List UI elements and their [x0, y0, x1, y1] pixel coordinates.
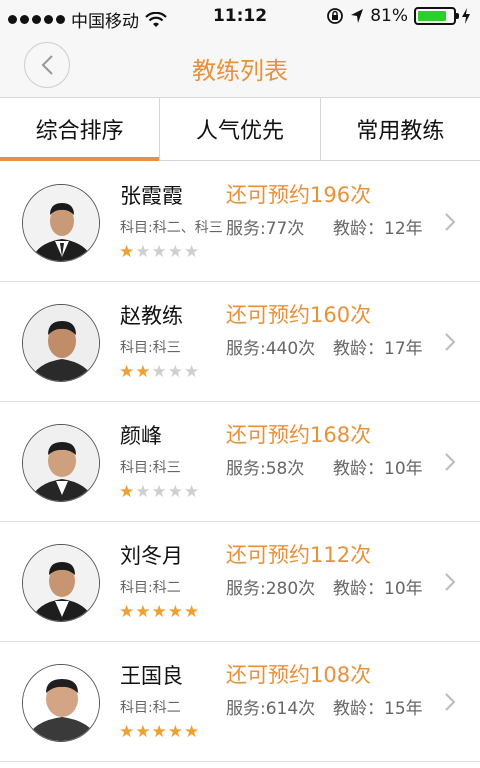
- coach-avatar: [22, 184, 100, 262]
- page-title: 教练列表: [192, 57, 288, 85]
- coach-name: 刘冬月: [120, 544, 183, 568]
- star-empty-icon: ★: [184, 482, 200, 502]
- service-count: 服务:77次: [226, 219, 305, 239]
- battery-icon: [414, 7, 459, 25]
- service-count: 服务:614次: [226, 699, 316, 719]
- status-bar: 中国移动 11:12 81%: [0, 0, 480, 34]
- star-empty-icon: ★: [167, 362, 183, 382]
- star-filled-icon: ★: [151, 602, 167, 622]
- star-empty-icon: ★: [167, 482, 183, 502]
- chevron-right-icon: [445, 333, 456, 351]
- coach-subject: 科目:科二: [120, 580, 181, 596]
- nav-bar: 教练列表: [0, 34, 480, 98]
- chevron-right-icon: [445, 453, 456, 471]
- charging-bolt-icon: [462, 8, 470, 24]
- star-filled-icon: ★: [135, 602, 151, 622]
- star-filled-icon: ★: [119, 722, 135, 742]
- rating-stars: ★ ★ ★ ★ ★: [119, 364, 199, 381]
- star-empty-icon: ★: [184, 362, 200, 382]
- coach-subject: 科目:科二、科三: [120, 220, 223, 236]
- remaining-bookings: 还可预约112次: [226, 543, 372, 567]
- rotation-lock-icon: [327, 8, 344, 24]
- star-filled-icon: ★: [184, 602, 200, 622]
- star-filled-icon: ★: [119, 242, 135, 262]
- star-empty-icon: ★: [151, 482, 167, 502]
- remaining-bookings: 还可预约108次: [226, 663, 372, 687]
- location-arrow-icon: [351, 9, 364, 23]
- star-empty-icon: ★: [167, 242, 183, 262]
- star-filled-icon: ★: [167, 722, 183, 742]
- star-empty-icon: ★: [135, 482, 151, 502]
- sort-tabs: 综合排序 人气优先 常用教练: [0, 98, 480, 161]
- coach-name: 王国良: [120, 664, 183, 688]
- coach-avatar: [22, 424, 100, 502]
- teaching-years: 教龄：17年: [333, 339, 423, 359]
- coach-name: 张霞霞: [120, 184, 183, 208]
- coach-subject: 科目:科二: [120, 700, 181, 716]
- star-filled-icon: ★: [135, 722, 151, 742]
- rating-stars: ★ ★ ★ ★ ★: [119, 484, 199, 501]
- chevron-right-icon: [445, 213, 456, 231]
- teaching-years: 教龄：15年: [333, 699, 423, 719]
- coach-avatar: [22, 544, 100, 622]
- tab-popular[interactable]: 人气优先: [159, 98, 319, 160]
- star-empty-icon: ★: [135, 242, 151, 262]
- rating-stars: ★ ★ ★ ★ ★: [119, 604, 199, 621]
- rating-stars: ★ ★ ★ ★ ★: [119, 244, 199, 261]
- star-filled-icon: ★: [135, 362, 151, 382]
- coach-avatar: [22, 304, 100, 382]
- coach-name: 颜峰: [120, 424, 162, 448]
- star-filled-icon: ★: [119, 362, 135, 382]
- remaining-bookings: 还可预约160次: [226, 303, 372, 327]
- coach-row[interactable]: 刘冬月 还可预约112次 科目:科二 服务:280次 教龄：10年 ★ ★ ★ ★ ★: [0, 522, 480, 642]
- star-empty-icon: ★: [184, 242, 200, 262]
- coach-avatar: [22, 664, 100, 742]
- teaching-years: 教龄：10年: [333, 459, 423, 479]
- tab-frequent[interactable]: 常用教练: [319, 98, 480, 160]
- coach-row[interactable]: 颜峰 还可预约168次 科目:科三 服务:58次 教龄：10年 ★ ★ ★ ★ ★: [0, 402, 480, 522]
- remaining-bookings: 还可预约196次: [226, 183, 372, 207]
- chevron-right-icon: [445, 693, 456, 711]
- service-count: 服务:280次: [226, 579, 316, 599]
- star-empty-icon: ★: [151, 362, 167, 382]
- star-filled-icon: ★: [119, 482, 135, 502]
- status-right: 81%: [326, 6, 470, 26]
- star-filled-icon: ★: [151, 722, 167, 742]
- coach-list: 张霞霞 还可预约196次 科目:科二、科三 服务:77次 教龄：12年 ★ ★ ★ ★…: [0, 162, 480, 762]
- teaching-years: 教龄：12年: [333, 219, 423, 239]
- service-count: 服务:58次: [226, 459, 305, 479]
- star-empty-icon: ★: [151, 242, 167, 262]
- coach-subject: 科目:科三: [120, 460, 181, 476]
- service-count: 服务:440次: [226, 339, 316, 359]
- tab-comprehensive[interactable]: 综合排序: [0, 98, 160, 161]
- teaching-years: 教龄：10年: [333, 579, 423, 599]
- coach-row[interactable]: 张霞霞 还可预约196次 科目:科二、科三 服务:77次 教龄：12年 ★ ★ ★ ★…: [0, 162, 480, 282]
- coach-subject: 科目:科三: [120, 340, 181, 356]
- star-filled-icon: ★: [119, 602, 135, 622]
- rating-stars: ★ ★ ★ ★ ★: [119, 724, 199, 741]
- remaining-bookings: 还可预约168次: [226, 423, 372, 447]
- battery-percent: 81%: [370, 6, 408, 26]
- coach-name: 赵教练: [120, 304, 183, 328]
- chevron-right-icon: [445, 573, 456, 591]
- coach-row[interactable]: 王国良 还可预约108次 科目:科二 服务:614次 教龄：15年 ★ ★ ★ ★ ★: [0, 642, 480, 762]
- coach-row[interactable]: 赵教练 还可预约160次 科目:科三 服务:440次 教龄：17年 ★ ★ ★ ★ ★: [0, 282, 480, 402]
- star-filled-icon: ★: [184, 722, 200, 742]
- star-filled-icon: ★: [167, 602, 183, 622]
